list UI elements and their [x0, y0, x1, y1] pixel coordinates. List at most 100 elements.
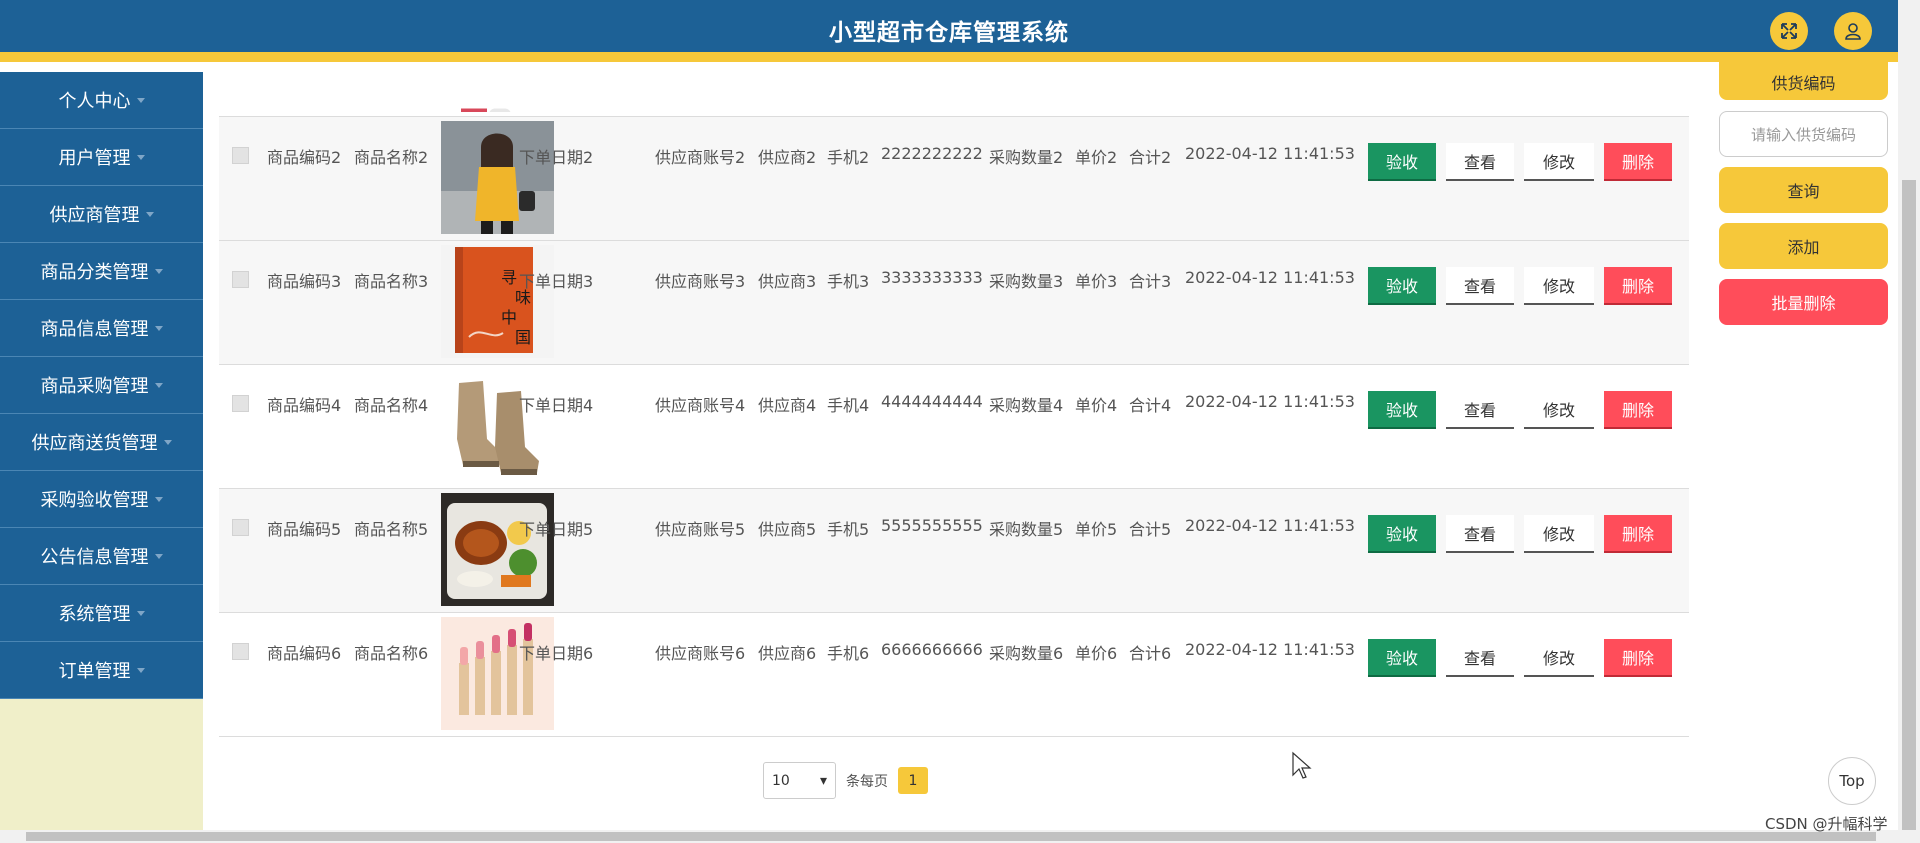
scrollbar-thumb[interactable] [1902, 180, 1916, 830]
batch-delete-button[interactable]: 批量删除 [1719, 279, 1888, 325]
sidebar-item-label: 订单管理 [58, 661, 131, 682]
phone-number: 4444444444 [881, 392, 983, 411]
unit-price: 单价3 [1075, 272, 1118, 291]
expand-icon [1781, 23, 1797, 39]
edit-button[interactable]: 修改 [1524, 391, 1594, 429]
delete-button[interactable]: 删除 [1604, 391, 1672, 429]
horizontal-scrollbar[interactable] [0, 830, 1920, 843]
back-to-top-button[interactable]: Top [1828, 757, 1876, 805]
accept-button[interactable]: 验收 [1368, 143, 1436, 181]
page-number-button[interactable]: 1 [898, 767, 928, 794]
sidebar-item-purchasing[interactable]: 商品采购管理 [0, 357, 203, 414]
product-image [441, 121, 554, 234]
caret-down-icon [136, 667, 145, 673]
row-checkbox[interactable] [232, 519, 249, 536]
row-checkbox[interactable] [232, 147, 249, 164]
page-size-value: 10 [772, 772, 790, 789]
edit-button[interactable]: 修改 [1524, 639, 1594, 677]
product-name: 商品名称2 [354, 148, 429, 167]
mouse-cursor-icon [1292, 751, 1312, 779]
purchase-qty: 采购数量2 [989, 148, 1064, 167]
sidebar-item-orders[interactable]: 订单管理 [0, 642, 203, 699]
sidebar-item-products[interactable]: 商品信息管理 [0, 300, 203, 357]
sidebar: 个人中心 用户管理 供应商管理 商品分类管理 商品信息管理 商品采购管理 供应商… [0, 72, 203, 830]
phone-label: 手机2 [827, 148, 870, 167]
accept-button[interactable]: 验收 [1368, 267, 1436, 305]
sidebar-item-announcements[interactable]: 公告信息管理 [0, 528, 203, 585]
table-row: 商品编码4 商品名称4 下单日期4 供应商账号4 供应商4 手机4 444444… [219, 365, 1689, 489]
created-time: 2022-04-12 11:41:53 [1185, 268, 1355, 287]
add-button[interactable]: 添加 [1719, 223, 1888, 269]
sidebar-item-delivery[interactable]: 供应商送货管理 [0, 414, 203, 471]
accept-button[interactable]: 验收 [1368, 391, 1436, 429]
view-button[interactable]: 查看 [1446, 639, 1514, 677]
row-checkbox[interactable] [232, 643, 249, 660]
page-size-select[interactable]: 10 ▾ [763, 762, 836, 799]
view-button[interactable]: 查看 [1446, 143, 1514, 181]
accept-button[interactable]: 验收 [1368, 639, 1436, 677]
edit-button[interactable]: 修改 [1524, 143, 1594, 181]
purchase-qty: 采购数量3 [989, 272, 1064, 291]
table-row: 商品编码5 商品名称5 下单日期5 供应商账号5 供应商5 手机5 555555… [219, 489, 1689, 613]
query-button[interactable]: 查询 [1719, 167, 1888, 213]
sidebar-item-personal[interactable]: 个人中心 [0, 72, 203, 129]
accept-button[interactable]: 验收 [1368, 515, 1436, 553]
supplier-account: 供应商账号3 [655, 272, 746, 291]
row-checkbox[interactable] [232, 395, 249, 412]
purchase-qty: 采购数量5 [989, 520, 1064, 539]
delete-button[interactable]: 删除 [1604, 267, 1672, 305]
edit-button[interactable]: 修改 [1524, 267, 1594, 305]
scrollbar-thumb[interactable] [26, 832, 1876, 841]
order-date: 下单日期3 [519, 272, 594, 291]
sidebar-item-users[interactable]: 用户管理 [0, 129, 203, 186]
svg-text:中: 中 [501, 308, 517, 327]
supplier-name: 供应商6 [758, 644, 817, 663]
supplier-account: 供应商账号5 [655, 520, 746, 539]
view-button[interactable]: 查看 [1446, 391, 1514, 429]
product-image: 寻味中国 [441, 245, 554, 358]
sidebar-item-categories[interactable]: 商品分类管理 [0, 243, 203, 300]
table-row: 商品编码3 商品名称3 寻味中国 下单日期3 供应商账号3 供应商3 手机3 3… [219, 241, 1689, 365]
unit-price: 单价2 [1075, 148, 1118, 167]
sidebar-item-label: 商品分类管理 [40, 262, 149, 283]
product-image [441, 617, 554, 730]
app-header: 小型超市仓库管理系统 [0, 0, 1898, 62]
vertical-scrollbar[interactable] [1898, 0, 1920, 830]
sidebar-item-label: 供应商送货管理 [31, 433, 158, 454]
row-checkbox[interactable] [232, 271, 249, 288]
product-code: 商品编码3 [267, 272, 342, 291]
sidebar-item-system[interactable]: 系统管理 [0, 585, 203, 642]
supply-code-input[interactable]: 请输入供货编码 [1719, 111, 1888, 157]
sidebar-item-acceptance[interactable]: 采购验收管理 [0, 471, 203, 528]
product-code: 商品编码6 [267, 644, 342, 663]
sidebar-item-suppliers[interactable]: 供应商管理 [0, 186, 203, 243]
total: 合计2 [1129, 148, 1172, 167]
view-button[interactable]: 查看 [1446, 267, 1514, 305]
table-row: 商品编码6 商品名称6 下单日期6 供应商账号6 供应商6 手机6 666666… [219, 613, 1689, 737]
sidebar-item-label: 商品采购管理 [40, 376, 149, 397]
svg-text:寻: 寻 [501, 268, 517, 287]
sidebar-item-label: 用户管理 [58, 148, 131, 169]
supplier-name: 供应商2 [758, 148, 817, 167]
sidebar-item-label: 公告信息管理 [40, 547, 149, 568]
table-row-partial [219, 72, 1689, 117]
delete-button[interactable]: 删除 [1604, 143, 1672, 181]
user-button[interactable] [1834, 12, 1872, 50]
caret-down-icon [136, 97, 145, 103]
caret-down-icon [154, 382, 163, 388]
supply-code-label: 供货编码 [1719, 62, 1888, 100]
total: 合计4 [1129, 396, 1172, 415]
supplier-account: 供应商账号4 [655, 396, 746, 415]
phone-number: 5555555555 [881, 516, 983, 535]
edit-button[interactable]: 修改 [1524, 515, 1594, 553]
total: 合计3 [1129, 272, 1172, 291]
delete-button[interactable]: 删除 [1604, 515, 1672, 553]
phone-label: 手机5 [827, 520, 870, 539]
total: 合计6 [1129, 644, 1172, 663]
fullscreen-button[interactable] [1770, 12, 1808, 50]
delete-button[interactable]: 删除 [1604, 639, 1672, 677]
svg-text:国: 国 [515, 328, 531, 347]
order-date: 下单日期2 [519, 148, 594, 167]
view-button[interactable]: 查看 [1446, 515, 1514, 553]
caret-down-icon [154, 268, 163, 274]
